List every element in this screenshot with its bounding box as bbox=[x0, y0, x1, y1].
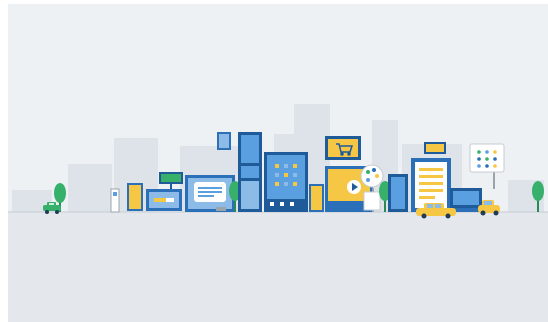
billboard-green bbox=[159, 172, 183, 189]
chat-bubble-icon bbox=[194, 182, 226, 202]
monitor-building bbox=[146, 189, 182, 211]
app-grid-sign bbox=[469, 143, 505, 189]
phone-building-yellow bbox=[127, 183, 143, 211]
app-grid-icon bbox=[275, 164, 297, 186]
phone-building-blue bbox=[388, 174, 408, 212]
skyline-illustration bbox=[8, 104, 548, 322]
chat-screen-building bbox=[185, 175, 235, 212]
cart-billboard bbox=[325, 136, 361, 160]
app-grid-icon bbox=[477, 150, 497, 168]
kiosk bbox=[110, 188, 120, 213]
bench bbox=[216, 207, 226, 211]
ghost-building bbox=[68, 164, 112, 212]
phone-building-yellow bbox=[309, 184, 324, 212]
play-icon bbox=[347, 180, 361, 194]
ground bbox=[8, 212, 548, 322]
tablet-building bbox=[264, 152, 308, 212]
illustration-frame bbox=[8, 4, 548, 322]
